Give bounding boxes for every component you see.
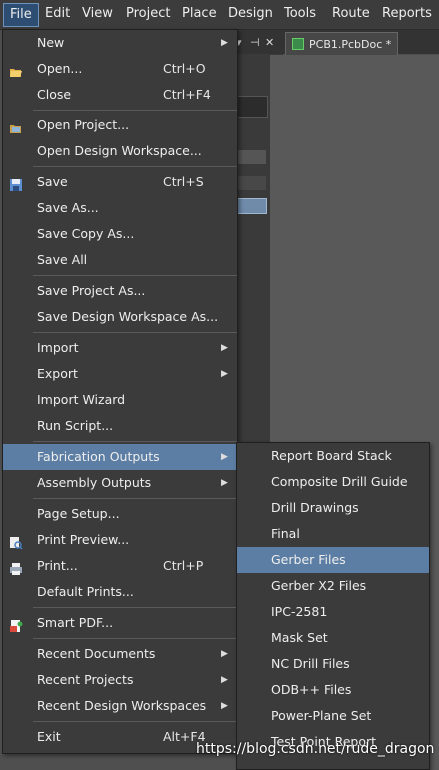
menu-item-recent-documents[interactable]: Recent Documents ▶ — [3, 641, 237, 667]
printer-icon — [9, 559, 23, 575]
menu-separator — [33, 607, 237, 608]
menu-route[interactable]: Route — [332, 6, 370, 21]
menu-item-save-project-as[interactable]: Save Project As... — [3, 278, 237, 304]
save-disk-icon — [9, 175, 23, 191]
watermark-text: https://blog.csdn.net/rude_dragon — [196, 741, 435, 757]
menu-separator — [33, 441, 237, 442]
menu-item-smart-pdf[interactable]: Smart PDF... — [3, 610, 237, 636]
submenu-item-nc-drill-files[interactable]: NC Drill Files — [237, 651, 429, 677]
menu-view[interactable]: View — [82, 6, 113, 21]
submenu-item-composite-drill-guide[interactable]: Composite Drill Guide — [237, 469, 429, 495]
menu-item-recent-design-workspaces[interactable]: Recent Design Workspaces ▶ — [3, 693, 237, 719]
submenu-item-drill-drawings[interactable]: Drill Drawings — [237, 495, 429, 521]
menu-place[interactable]: Place — [182, 6, 217, 21]
smart-pdf-icon — [9, 616, 23, 632]
submenu-item-report-board-stack[interactable]: Report Board Stack — [237, 443, 429, 469]
menu-item-print[interactable]: Print... Ctrl+P — [3, 553, 237, 579]
menu-separator — [33, 166, 237, 167]
menubar: File Edit View Project Place Design Tool… — [0, 0, 439, 30]
submenu-item-odb-files[interactable]: ODB++ Files — [237, 677, 429, 703]
panel-search-box[interactable] — [236, 96, 268, 118]
print-preview-icon — [9, 533, 23, 550]
menu-item-save-design-workspace-as[interactable]: Save Design Workspace As... — [3, 304, 237, 330]
menu-item-close[interactable]: Close Ctrl+F4 — [3, 82, 237, 108]
menu-separator — [33, 498, 237, 499]
menu-item-open-design-workspace[interactable]: Open Design Workspace... — [3, 138, 237, 164]
menu-item-recent-projects[interactable]: Recent Projects ▶ — [3, 667, 237, 693]
menu-tools[interactable]: Tools — [284, 6, 316, 21]
menu-separator — [33, 332, 237, 333]
menu-project[interactable]: Project — [126, 6, 170, 21]
panel-row-selected[interactable] — [236, 198, 267, 214]
panel-row — [236, 176, 266, 190]
menu-item-print-preview[interactable]: Print Preview... — [3, 527, 237, 553]
submenu-item-final[interactable]: Final — [237, 521, 429, 547]
menu-separator — [33, 275, 237, 276]
fabrication-outputs-submenu: Report Board Stack Composite Drill Guide… — [236, 442, 430, 770]
pin-icon[interactable]: ⊣ — [250, 36, 260, 49]
pcb-document-icon — [292, 38, 304, 50]
menu-item-save-as[interactable]: Save As... — [3, 195, 237, 221]
menu-separator — [33, 638, 237, 639]
menu-item-import[interactable]: Import ▶ — [3, 335, 237, 361]
menu-item-export[interactable]: Export ▶ — [3, 361, 237, 387]
menu-item-import-wizard[interactable]: Import Wizard — [3, 387, 237, 413]
menu-separator — [33, 721, 237, 722]
menu-reports[interactable]: Reports — [382, 6, 432, 21]
open-folder-icon — [9, 62, 23, 77]
menu-item-open[interactable]: Open... Ctrl+O — [3, 56, 237, 82]
panel-row — [236, 150, 266, 164]
submenu-item-ipc-2581[interactable]: IPC-2581 — [237, 599, 429, 625]
menu-item-open-project[interactable]: Open Project... — [3, 112, 237, 138]
submenu-item-gerber-files[interactable]: Gerber Files — [237, 547, 429, 573]
menu-item-default-prints[interactable]: Default Prints... — [3, 579, 237, 605]
document-tab[interactable]: PCB1.PcbDoc * — [285, 32, 399, 55]
menu-item-save-copy-as[interactable]: Save Copy As... — [3, 221, 237, 247]
menu-edit[interactable]: Edit — [45, 6, 70, 21]
menu-item-run-script[interactable]: Run Script... — [3, 413, 237, 439]
submenu-item-gerber-x2-files[interactable]: Gerber X2 Files — [237, 573, 429, 599]
file-menu: New ▶ Open... Ctrl+O Close Ctrl+F4 Open Pro… — [2, 29, 238, 754]
menu-file[interactable]: File — [3, 3, 39, 27]
menu-item-new[interactable]: New ▶ — [3, 30, 237, 56]
submenu-item-power-plane-set[interactable]: Power-Plane Set — [237, 703, 429, 729]
open-project-icon — [9, 118, 23, 133]
submenu-item-mask-set[interactable]: Mask Set — [237, 625, 429, 651]
menu-design[interactable]: Design — [228, 6, 273, 21]
menu-item-save[interactable]: Save Ctrl+S — [3, 169, 237, 195]
menu-item-save-all[interactable]: Save All — [3, 247, 237, 273]
document-tab-label: PCB1.PcbDoc * — [309, 37, 392, 51]
menu-separator — [33, 110, 237, 111]
menu-item-page-setup[interactable]: Page Setup... — [3, 501, 237, 527]
close-panel-icon[interactable]: ✕ — [265, 36, 274, 49]
menu-item-fabrication-outputs[interactable]: Fabrication Outputs ▶ — [3, 444, 237, 470]
menu-item-assembly-outputs[interactable]: Assembly Outputs ▶ — [3, 470, 237, 496]
